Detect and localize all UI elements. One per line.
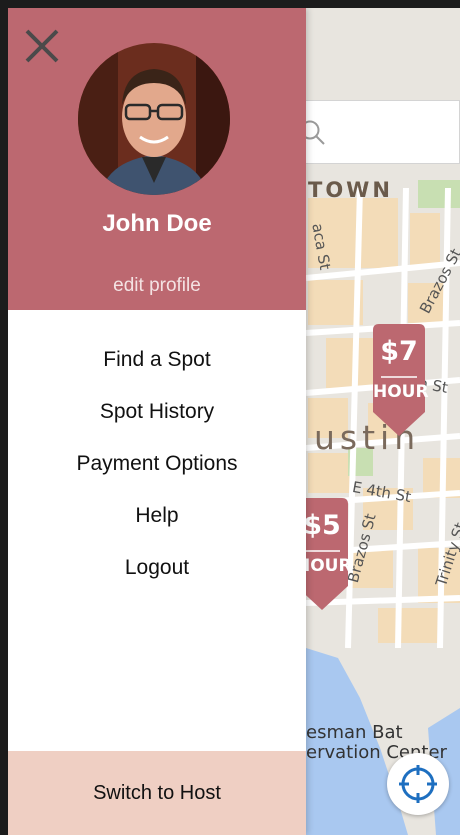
avatar[interactable]	[78, 43, 230, 195]
price-pin-7[interactable]: $7 HOUR	[373, 324, 429, 436]
menu-item-find-a-spot[interactable]: Find a Spot	[8, 338, 306, 390]
drawer-menu: Find a Spot Spot History Payment Options…	[8, 338, 306, 598]
menu-item-help[interactable]: Help	[8, 494, 306, 546]
avatar-photo	[78, 43, 230, 195]
map-label-downtown: TOWN	[308, 178, 393, 202]
locate-button[interactable]	[387, 753, 449, 815]
pin-unit: HOUR	[373, 382, 429, 402]
user-name: John Doe	[102, 210, 212, 237]
side-drawer: John Doe edit profile Find a Spot Spot H…	[8, 8, 306, 835]
switch-to-host-button[interactable]: Switch to Host	[8, 751, 306, 835]
menu-item-logout[interactable]: Logout	[8, 546, 306, 598]
crosshair-icon	[399, 765, 437, 803]
edit-profile-link[interactable]: edit profile	[8, 275, 306, 297]
menu-item-payment-options[interactable]: Payment Options	[8, 442, 306, 494]
close-icon[interactable]	[22, 26, 62, 66]
app-screen: TOWN ustin aca St Brazos St h St E 4th S…	[8, 8, 460, 835]
search-input[interactable]	[298, 100, 460, 164]
pin-amount: $7	[380, 336, 418, 367]
profile-header: John Doe edit profile	[8, 8, 306, 310]
map-label-bat-1: esman Bat	[306, 722, 403, 743]
menu-item-spot-history[interactable]: Spot History	[8, 390, 306, 442]
